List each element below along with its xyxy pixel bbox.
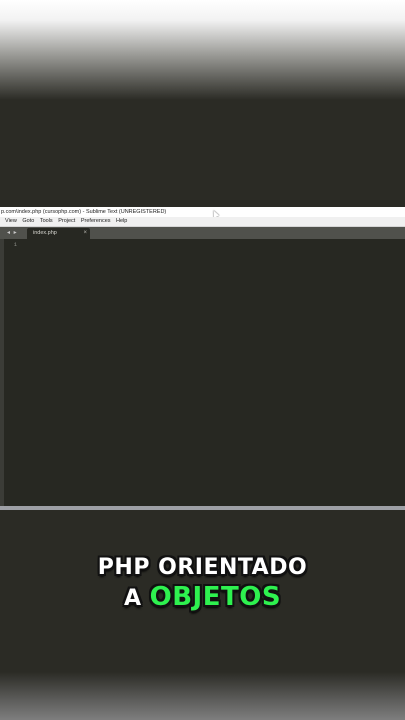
code-editor[interactable] [24,239,405,506]
video-caption: PHP ORIENTADO A OBJETOS [0,553,405,614]
horizontal-scrollbar[interactable] [0,506,405,510]
menu-view[interactable]: View [5,217,17,226]
video-frame: p.com\index.php (cursophp.com) - Sublime… [0,0,405,720]
tab-bar: ◂ ▸ index.php × [0,227,405,239]
caption-line-1: PHP ORIENTADO [97,555,308,580]
menu-tools[interactable]: Tools [40,217,53,226]
close-icon[interactable]: × [83,228,87,239]
tab-label: index.php [33,230,57,236]
caption-highlight: OBJETOS [149,582,282,612]
line-number-gutter: 1 [0,239,24,506]
caption-line-2: A OBJETOS [0,582,405,614]
top-glow [0,0,405,100]
sublime-text-window: p.com\index.php (cursophp.com) - Sublime… [0,207,405,510]
window-title: p.com\index.php (cursophp.com) - Sublime… [1,209,167,215]
window-titlebar[interactable]: p.com\index.php (cursophp.com) - Sublime… [0,207,405,217]
menu-project[interactable]: Project [58,217,75,226]
menu-preferences[interactable]: Preferences [81,217,111,226]
line-number: 1 [13,241,17,248]
menu-help[interactable]: Help [116,217,127,226]
bottom-glow [0,672,405,720]
caption-prefix: A [123,586,142,611]
tab-nav-arrows-icon[interactable]: ◂ ▸ [7,228,18,238]
menu-bar: View Goto Tools Project Preferences Help [0,217,405,227]
tab-index-php[interactable]: index.php × [27,228,90,239]
menu-goto[interactable]: Goto [22,217,34,226]
